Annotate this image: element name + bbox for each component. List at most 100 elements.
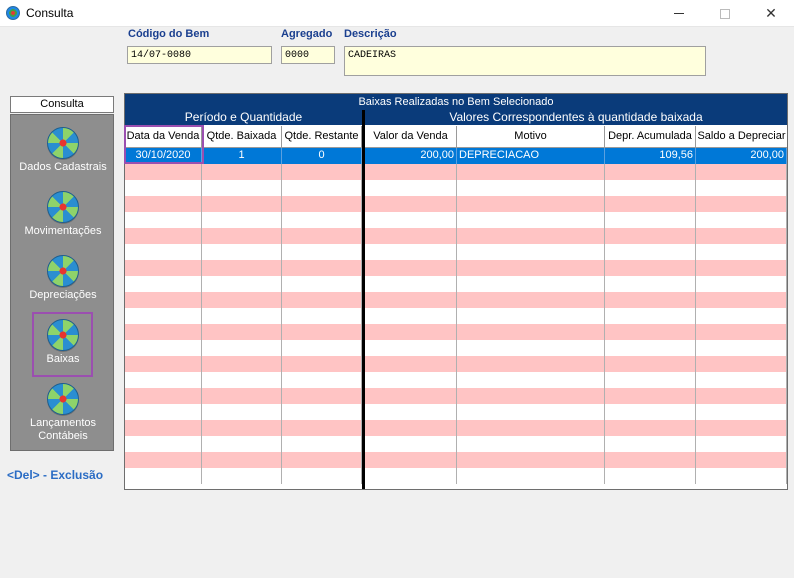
descricao-field[interactable]: CADEIRAS bbox=[344, 46, 706, 76]
globe-icon bbox=[47, 191, 79, 223]
table-cell bbox=[202, 468, 282, 484]
table-cell bbox=[457, 212, 605, 228]
table-cell bbox=[365, 212, 457, 228]
table-cell bbox=[125, 420, 202, 436]
table-row[interactable] bbox=[125, 404, 787, 420]
table-row[interactable] bbox=[125, 196, 787, 212]
table-row[interactable] bbox=[125, 356, 787, 372]
table-row[interactable] bbox=[125, 420, 787, 436]
table-cell bbox=[605, 180, 696, 196]
table-row[interactable] bbox=[125, 260, 787, 276]
table-cell bbox=[125, 340, 202, 356]
sidebar-item-lancamentos-contabeis[interactable]: Lançamentos Contábeis bbox=[11, 383, 115, 443]
table-row[interactable] bbox=[125, 308, 787, 324]
table-cell bbox=[282, 372, 362, 388]
table-cell bbox=[605, 436, 696, 452]
table-row[interactable] bbox=[125, 340, 787, 356]
table-cell bbox=[202, 340, 282, 356]
table-cell bbox=[125, 260, 202, 276]
table-cell bbox=[365, 260, 457, 276]
table-cell bbox=[457, 372, 605, 388]
column-header-qtde-restante[interactable]: Qtde. Restante bbox=[282, 126, 362, 148]
agregado-field[interactable]: 0000 bbox=[281, 46, 335, 64]
table-cell bbox=[282, 340, 362, 356]
table-row[interactable]: 30/10/2020 1 0 200,00 DEPRECIACAO 109,56 200,0… bbox=[125, 148, 787, 164]
descricao-label: Descrição bbox=[344, 28, 397, 40]
table-cell bbox=[365, 180, 457, 196]
globe-icon bbox=[47, 127, 79, 159]
table-cell bbox=[282, 420, 362, 436]
table-cell bbox=[696, 292, 787, 308]
table-cell bbox=[457, 420, 605, 436]
table-row[interactable] bbox=[125, 228, 787, 244]
column-header-qtde-baixada[interactable]: Qtde. Baixada bbox=[202, 126, 282, 148]
sidebar-item-depreciacoes[interactable]: Depreciações bbox=[11, 255, 115, 301]
table-cell bbox=[696, 164, 787, 180]
table-cell bbox=[605, 356, 696, 372]
table-cell bbox=[457, 356, 605, 372]
table-row[interactable] bbox=[125, 292, 787, 308]
column-header-depr-acumulada[interactable]: Depr. Acumulada bbox=[605, 126, 696, 148]
table-cell bbox=[125, 308, 202, 324]
table-row[interactable] bbox=[125, 436, 787, 452]
table-cell bbox=[282, 436, 362, 452]
maximize-button[interactable] bbox=[702, 0, 748, 27]
minimize-button[interactable] bbox=[656, 0, 702, 27]
table-cell bbox=[282, 196, 362, 212]
table-cell bbox=[365, 436, 457, 452]
table-cell bbox=[696, 356, 787, 372]
table-cell bbox=[365, 420, 457, 436]
table-row[interactable] bbox=[125, 180, 787, 196]
table-row[interactable] bbox=[125, 452, 787, 468]
table-cell bbox=[202, 180, 282, 196]
table-cell bbox=[457, 436, 605, 452]
table-cell bbox=[282, 308, 362, 324]
column-header-motivo[interactable]: Motivo bbox=[457, 126, 605, 148]
sidebar-item-movimentacoes[interactable]: Movimentações bbox=[11, 191, 115, 237]
minimize-icon bbox=[674, 13, 684, 14]
table-cell bbox=[282, 228, 362, 244]
table-cell: 200,00 bbox=[365, 148, 457, 164]
table-row[interactable] bbox=[125, 164, 787, 180]
table-cell bbox=[365, 340, 457, 356]
table-cell bbox=[202, 244, 282, 260]
group-header-valores: Valores Correspondentes à quantidade bai… bbox=[365, 110, 787, 125]
table-row[interactable] bbox=[125, 388, 787, 404]
table-cell bbox=[282, 260, 362, 276]
column-header-valor-venda[interactable]: Valor da Venda bbox=[365, 126, 457, 148]
table-cell bbox=[125, 196, 202, 212]
table-cell bbox=[125, 388, 202, 404]
table-cell bbox=[696, 180, 787, 196]
table-cell bbox=[125, 452, 202, 468]
agregado-label: Agregado bbox=[281, 28, 333, 40]
table-cell bbox=[457, 340, 605, 356]
table-cell bbox=[202, 356, 282, 372]
table-row[interactable] bbox=[125, 324, 787, 340]
table-cell bbox=[202, 164, 282, 180]
table-cell bbox=[457, 452, 605, 468]
data-venda-highlight bbox=[124, 125, 204, 164]
column-header-saldo-depreciar[interactable]: Saldo a Depreciar bbox=[696, 126, 787, 148]
selected-nav-highlight bbox=[32, 312, 93, 377]
table-cell bbox=[696, 324, 787, 340]
table-cell bbox=[125, 372, 202, 388]
table-row[interactable] bbox=[125, 372, 787, 388]
table-cell bbox=[365, 292, 457, 308]
sidebar-item-dados-cadastrais[interactable]: Dados Cadastrais bbox=[11, 127, 115, 173]
codigo-field[interactable]: 14/07-0080 bbox=[127, 46, 272, 64]
table-cell bbox=[125, 468, 202, 484]
table-cell bbox=[202, 212, 282, 228]
table-cell bbox=[696, 436, 787, 452]
table-row[interactable] bbox=[125, 244, 787, 260]
baixas-grid: Baixas Realizadas no Bem Selecionado Per… bbox=[124, 93, 788, 490]
table-cell bbox=[605, 372, 696, 388]
table-row[interactable] bbox=[125, 276, 787, 292]
table-cell bbox=[202, 308, 282, 324]
close-button[interactable]: ✕ bbox=[748, 0, 794, 27]
table-cell bbox=[125, 164, 202, 180]
table-row[interactable] bbox=[125, 212, 787, 228]
table-row[interactable] bbox=[125, 468, 787, 484]
grid-title: Baixas Realizadas no Bem Selecionado bbox=[125, 94, 787, 110]
sidebar-item-label: Lançamentos Contábeis bbox=[29, 417, 97, 442]
table-cell bbox=[282, 180, 362, 196]
